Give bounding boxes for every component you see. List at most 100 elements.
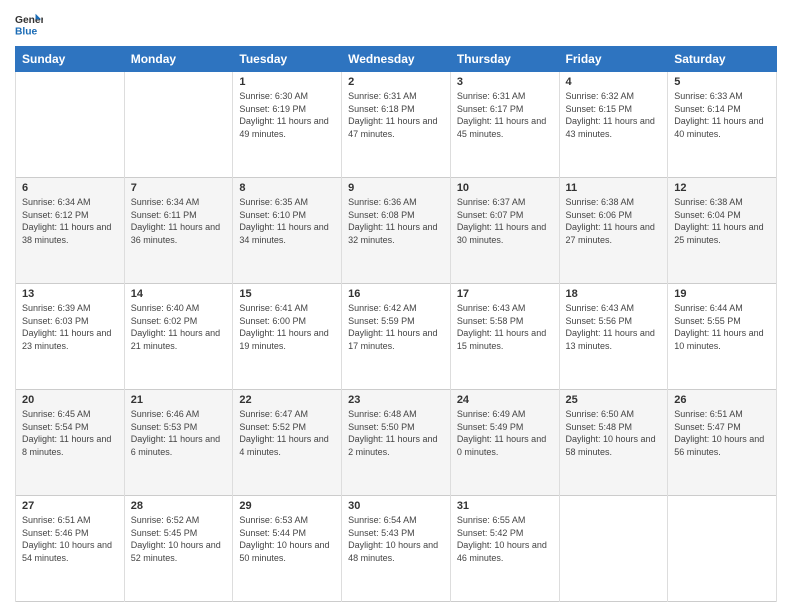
- calendar-cell: 25Sunrise: 6:50 AM Sunset: 5:48 PM Dayli…: [559, 390, 668, 496]
- day-number: 5: [674, 76, 770, 88]
- day-number: 10: [457, 182, 553, 194]
- logo: General Blue: [15, 10, 43, 38]
- day-number: 2: [348, 76, 444, 88]
- day-number: 22: [239, 394, 335, 406]
- day-info: Sunrise: 6:46 AM Sunset: 5:53 PM Dayligh…: [131, 408, 227, 458]
- day-number: 11: [566, 182, 662, 194]
- day-info: Sunrise: 6:47 AM Sunset: 5:52 PM Dayligh…: [239, 408, 335, 458]
- calendar-cell: 2Sunrise: 6:31 AM Sunset: 6:18 PM Daylig…: [342, 72, 451, 178]
- day-info: Sunrise: 6:49 AM Sunset: 5:49 PM Dayligh…: [457, 408, 553, 458]
- calendar-cell: 18 Sunrise: 6:43 AM Sunset: 5:56 PM Dayli…: [559, 284, 668, 390]
- calendar-cell: 6 Sunrise: 6:34 AM Sunset: 6:12 PM Daylig…: [16, 178, 125, 284]
- day-info: Sunrise: 6:44 AM Sunset: 5:55 PM Dayligh…: [674, 302, 770, 352]
- header-wednesday: Wednesday: [342, 47, 451, 72]
- day-info: Sunrise: 6:53 AM Sunset: 5:44 PM Dayligh…: [239, 514, 335, 564]
- day-info: Sunrise: 6:32 AM Sunset: 6:15 PM Dayligh…: [566, 90, 662, 140]
- day-info: Sunrise: 6:43 AM Sunset: 5:58 PM Dayligh…: [457, 302, 553, 352]
- day-info: Sunrise: 6:31 AM Sunset: 6:17 PM Dayligh…: [457, 90, 553, 140]
- day-number: 13: [22, 288, 118, 300]
- day-info: Sunrise: 6:51 AM Sunset: 5:47 PM Dayligh…: [674, 408, 770, 458]
- day-number: 21: [131, 394, 227, 406]
- day-info: Sunrise: 6:30 AM Sunset: 6:19 PM Dayligh…: [239, 90, 335, 140]
- day-info: Sunrise: 6:52 AM Sunset: 5:45 PM Dayligh…: [131, 514, 227, 564]
- calendar-cell: 12 Sunrise: 6:38 AM Sunset: 6:04 PM Dayli…: [668, 178, 777, 284]
- day-number: 17: [457, 288, 553, 300]
- day-info: Sunrise: 6:39 AM Sunset: 6:03 PM Dayligh…: [22, 302, 118, 352]
- day-number: 14: [131, 288, 227, 300]
- day-number: 6: [22, 182, 118, 194]
- day-number: 18: [566, 288, 662, 300]
- day-number: 29: [239, 500, 335, 512]
- day-info: Sunrise: 6:34 AM Sunset: 6:12 PM Dayligh…: [22, 196, 118, 246]
- day-number: 1: [239, 76, 335, 88]
- day-info: Sunrise: 6:38 AM Sunset: 6:04 PM Dayligh…: [674, 196, 770, 246]
- calendar-cell: 11 Sunrise: 6:38 AM Sunset: 6:06 PM Dayli…: [559, 178, 668, 284]
- calendar-cell: 9 Sunrise: 6:36 AM Sunset: 6:08 PM Daylig…: [342, 178, 451, 284]
- calendar-cell: 1 Sunrise: 6:30 AM Sunset: 6:19 PM Daylig…: [233, 72, 342, 178]
- logo-icon: General Blue: [15, 10, 43, 38]
- calendar-cell: [559, 496, 668, 602]
- calendar-cell: 26 Sunrise: 6:51 AM Sunset: 5:47 PM Dayli…: [668, 390, 777, 496]
- calendar-cell: 16 Sunrise: 6:42 AM Sunset: 5:59 PM Dayli…: [342, 284, 451, 390]
- header-friday: Friday: [559, 47, 668, 72]
- day-info: Sunrise: 6:36 AM Sunset: 6:08 PM Dayligh…: [348, 196, 444, 246]
- header-thursday: Thursday: [450, 47, 559, 72]
- day-number: 12: [674, 182, 770, 194]
- calendar-cell: 29 Sunrise: 6:53 AM Sunset: 5:44 PM Dayli…: [233, 496, 342, 602]
- day-number: 26: [674, 394, 770, 406]
- day-number: 15: [239, 288, 335, 300]
- page-header: General Blue: [15, 10, 777, 38]
- day-info: Sunrise: 6:40 AM Sunset: 6:02 PM Dayligh…: [131, 302, 227, 352]
- calendar-cell: 30 Sunrise: 6:54 AM Sunset: 5:43 PM Dayli…: [342, 496, 451, 602]
- calendar-table: SundayMondayTuesdayWednesdayThursdayFrid…: [15, 46, 777, 602]
- day-number: 7: [131, 182, 227, 194]
- day-info: Sunrise: 6:55 AM Sunset: 5:42 PM Dayligh…: [457, 514, 553, 564]
- calendar-cell: 3 Sunrise: 6:31 AM Sunset: 6:17 PM Daylig…: [450, 72, 559, 178]
- calendar-cell: 24Sunrise: 6:49 AM Sunset: 5:49 PM Dayli…: [450, 390, 559, 496]
- calendar-cell: 14 Sunrise: 6:40 AM Sunset: 6:02 PM Dayli…: [124, 284, 233, 390]
- header-tuesday: Tuesday: [233, 47, 342, 72]
- calendar-cell: 19Sunrise: 6:44 AM Sunset: 5:55 PM Dayli…: [668, 284, 777, 390]
- day-number: 16: [348, 288, 444, 300]
- day-number: 9: [348, 182, 444, 194]
- calendar-cell: [124, 72, 233, 178]
- day-info: Sunrise: 6:43 AM Sunset: 5:56 PM Dayligh…: [566, 302, 662, 352]
- header-saturday: Saturday: [668, 47, 777, 72]
- day-info: Sunrise: 6:37 AM Sunset: 6:07 PM Dayligh…: [457, 196, 553, 246]
- day-info: Sunrise: 6:45 AM Sunset: 5:54 PM Dayligh…: [22, 408, 118, 458]
- calendar-cell: 20Sunrise: 6:45 AM Sunset: 5:54 PM Dayli…: [16, 390, 125, 496]
- day-number: 28: [131, 500, 227, 512]
- calendar-cell: 27Sunrise: 6:51 AM Sunset: 5:46 PM Dayli…: [16, 496, 125, 602]
- calendar-cell: 8Sunrise: 6:35 AM Sunset: 6:10 PM Daylig…: [233, 178, 342, 284]
- calendar-cell: 13 Sunrise: 6:39 AM Sunset: 6:03 PM Dayli…: [16, 284, 125, 390]
- calendar-cell: 10 Sunrise: 6:37 AM Sunset: 6:07 PM Dayli…: [450, 178, 559, 284]
- calendar-cell: 17 Sunrise: 6:43 AM Sunset: 5:58 PM Dayli…: [450, 284, 559, 390]
- svg-text:Blue: Blue: [15, 26, 38, 37]
- day-info: Sunrise: 6:48 AM Sunset: 5:50 PM Dayligh…: [348, 408, 444, 458]
- calendar-cell: 21 Sunrise: 6:46 AM Sunset: 5:53 PM Dayli…: [124, 390, 233, 496]
- calendar-cell: 5 Sunrise: 6:33 AM Sunset: 6:14 PM Daylig…: [668, 72, 777, 178]
- day-info: Sunrise: 6:42 AM Sunset: 5:59 PM Dayligh…: [348, 302, 444, 352]
- day-number: 3: [457, 76, 553, 88]
- calendar-cell: 15 Sunrise: 6:41 AM Sunset: 6:00 PM Dayli…: [233, 284, 342, 390]
- calendar-cell: 23 Sunrise: 6:48 AM Sunset: 5:50 PM Dayli…: [342, 390, 451, 496]
- day-info: Sunrise: 6:35 AM Sunset: 6:10 PM Dayligh…: [239, 196, 335, 246]
- day-number: 23: [348, 394, 444, 406]
- day-info: Sunrise: 6:54 AM Sunset: 5:43 PM Dayligh…: [348, 514, 444, 564]
- day-info: Sunrise: 6:41 AM Sunset: 6:00 PM Dayligh…: [239, 302, 335, 352]
- day-info: Sunrise: 6:33 AM Sunset: 6:14 PM Dayligh…: [674, 90, 770, 140]
- calendar-cell: 22 Sunrise: 6:47 AM Sunset: 5:52 PM Dayli…: [233, 390, 342, 496]
- header-monday: Monday: [124, 47, 233, 72]
- day-number: 4: [566, 76, 662, 88]
- header-sunday: Sunday: [16, 47, 125, 72]
- day-number: 30: [348, 500, 444, 512]
- day-info: Sunrise: 6:34 AM Sunset: 6:11 PM Dayligh…: [131, 196, 227, 246]
- day-info: Sunrise: 6:38 AM Sunset: 6:06 PM Dayligh…: [566, 196, 662, 246]
- calendar-cell: [668, 496, 777, 602]
- calendar-cell: 28 Sunrise: 6:52 AM Sunset: 5:45 PM Dayli…: [124, 496, 233, 602]
- calendar-cell: 7 Sunrise: 6:34 AM Sunset: 6:11 PM Daylig…: [124, 178, 233, 284]
- calendar-cell: 4 Sunrise: 6:32 AM Sunset: 6:15 PM Daylig…: [559, 72, 668, 178]
- day-number: 27: [22, 500, 118, 512]
- day-info: Sunrise: 6:50 AM Sunset: 5:48 PM Dayligh…: [566, 408, 662, 458]
- calendar-cell: [16, 72, 125, 178]
